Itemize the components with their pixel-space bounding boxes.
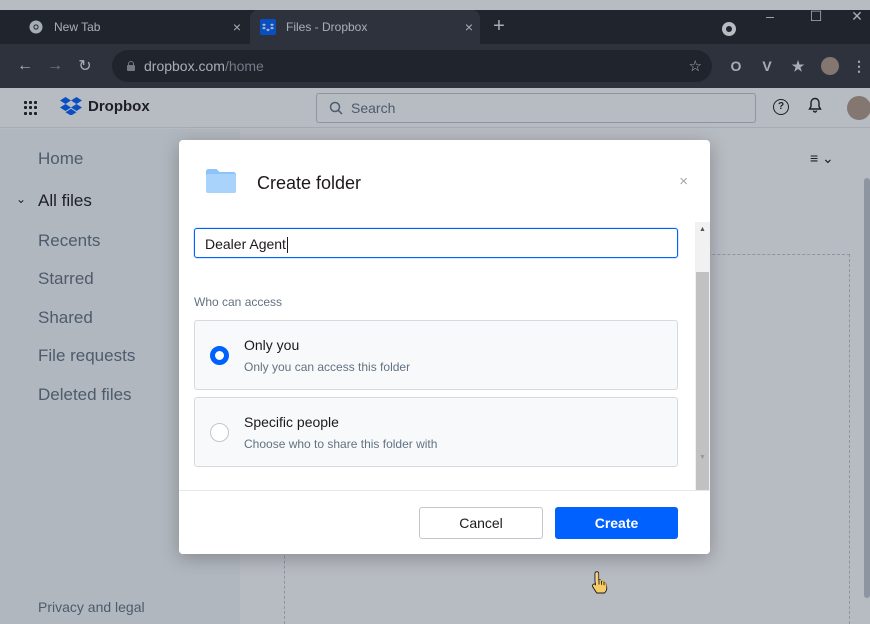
folder-icon	[206, 169, 236, 193]
folder-name-field[interactable]: Dealer Agent	[194, 228, 678, 258]
text-caret	[286, 237, 288, 254]
create-button[interactable]: Create	[555, 507, 678, 539]
access-section-label: Who can access	[194, 295, 283, 309]
scroll-up-arrow-icon[interactable]: ▲	[699, 226, 706, 233]
cancel-button[interactable]: Cancel	[419, 507, 543, 539]
option-title: Only you	[244, 337, 300, 353]
scroll-down-arrow-icon[interactable]: ▼	[699, 454, 706, 461]
create-folder-dialog: Create folder × Dealer Agent Who can acc…	[179, 140, 710, 554]
option-description: Only you can access this folder	[244, 360, 411, 374]
access-option-specific-people[interactable]: Specific people Choose who to share this…	[194, 397, 678, 467]
close-icon[interactable]: ×	[679, 173, 688, 190]
access-option-only-you[interactable]: Only you Only you can access this folder	[194, 320, 678, 390]
dialog-header: Create folder ×	[179, 140, 710, 222]
dialog-title: Create folder	[257, 173, 362, 193]
option-title: Specific people	[244, 414, 339, 430]
dialog-body: Dealer Agent Who can access Only you Onl…	[179, 222, 710, 490]
option-description: Choose who to share this folder with	[244, 437, 438, 451]
radio-selected[interactable]	[210, 346, 229, 365]
dialog-footer: Cancel Create	[179, 490, 710, 554]
radio-unselected[interactable]	[210, 423, 229, 442]
folder-name-value: Dealer Agent	[205, 236, 286, 252]
hand-cursor-icon	[592, 571, 608, 594]
